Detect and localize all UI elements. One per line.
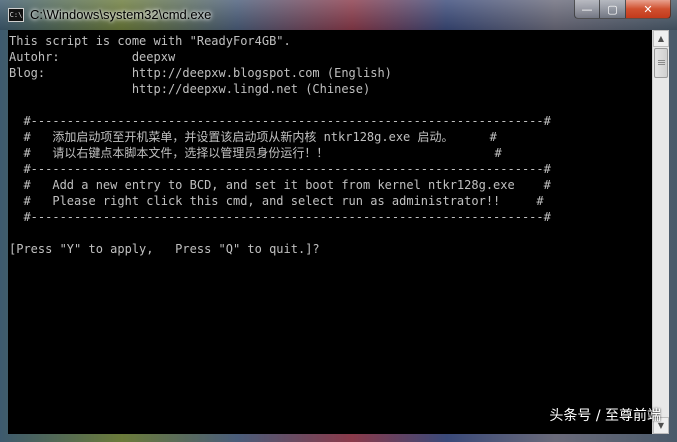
console-area[interactable]: This script is come with "ReadyFor4GB". … xyxy=(8,30,669,434)
grip-line xyxy=(658,62,665,63)
watermark: 头条号 / 至尊前端 xyxy=(549,408,661,424)
console-line: This script is come with "ReadyFor4GB". xyxy=(9,34,291,48)
minimize-button[interactable]: — xyxy=(574,0,600,19)
title-bar[interactable]: C:\ C:\Windows\system32\cmd.exe — ▢ ✕ xyxy=(0,0,677,30)
cmd-icon[interactable]: C:\ xyxy=(8,8,24,22)
console-window: C:\ C:\Windows\system32\cmd.exe — ▢ ✕ Th… xyxy=(0,0,677,442)
console-line: #---------------------------------------… xyxy=(9,210,551,224)
console-line: # Please right click this cmd, and selec… xyxy=(9,194,544,208)
console-line: Autohr: deepxw xyxy=(9,50,176,64)
console-line: # Add a new entry to BCD, and set it boo… xyxy=(9,178,551,192)
maximize-button[interactable]: ▢ xyxy=(600,0,626,19)
scroll-up-button[interactable]: ▲ xyxy=(653,30,669,47)
console-line: # 添加启动项至开机菜单，并设置该启动项从新内核 ntkr128g.exe 启动… xyxy=(9,130,497,144)
maximize-icon: ▢ xyxy=(607,2,618,16)
console-line: Blog: http://deepxw.blogspot.com (Englis… xyxy=(9,66,392,80)
window-controls: — ▢ ✕ xyxy=(574,0,671,20)
minimize-icon: — xyxy=(581,2,593,16)
console-text[interactable]: This script is come with "ReadyFor4GB". … xyxy=(8,30,651,434)
grip-line xyxy=(658,60,665,61)
close-button[interactable]: ✕ xyxy=(626,0,671,19)
console-prompt: [Press "Y" to apply, Press "Q" to quit.]… xyxy=(9,242,320,256)
vertical-scrollbar[interactable]: ▲ ▼ xyxy=(652,30,669,434)
window-title: C:\Windows\system32\cmd.exe xyxy=(30,7,212,22)
grip-line xyxy=(658,64,665,65)
console-line: #---------------------------------------… xyxy=(9,114,551,128)
console-line: # 请以右键点本脚本文件，选择以管理员身份运行！！ # xyxy=(9,146,502,160)
scroll-thumb[interactable] xyxy=(654,48,668,78)
console-line: #---------------------------------------… xyxy=(9,162,551,176)
console-line: http://deepxw.lingd.net (Chinese) xyxy=(9,82,371,96)
arrow-up-icon: ▲ xyxy=(657,34,665,43)
close-icon: ✕ xyxy=(643,2,653,16)
